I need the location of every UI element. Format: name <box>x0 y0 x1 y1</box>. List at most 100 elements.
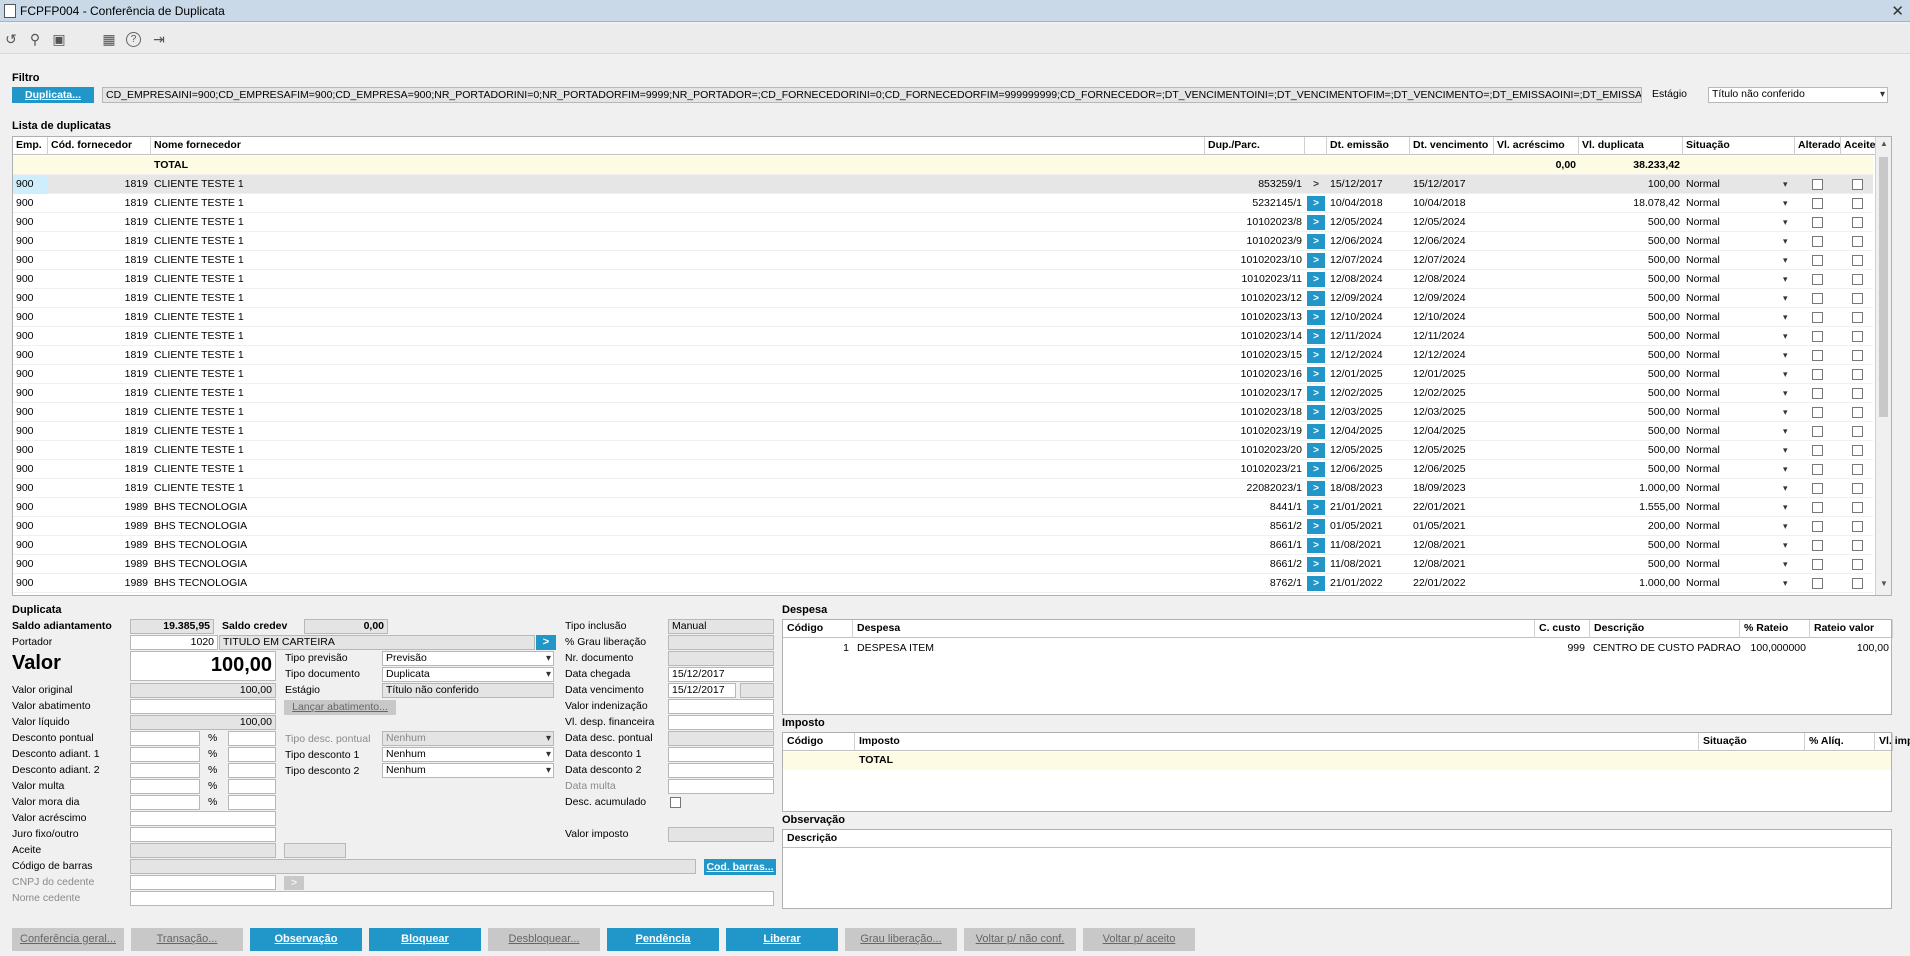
imposto-col-vl-imposto[interactable]: Vl. imposto <box>1875 733 1910 751</box>
help-icon[interactable]: ? <box>126 32 141 47</box>
desconto-pontual-field[interactable] <box>130 731 200 746</box>
situacao-dropdown-icon[interactable]: ▾ <box>1783 517 1788 536</box>
situacao-dropdown-icon[interactable]: ▾ <box>1783 403 1788 422</box>
situacao-dropdown-icon[interactable]: ▾ <box>1783 175 1788 194</box>
close-icon[interactable]: ✕ <box>1891 2 1904 20</box>
observacao-col-descricao[interactable]: Descrição <box>783 830 1893 848</box>
vl-desp-financeira-field[interactable] <box>668 715 774 730</box>
valor-field[interactable]: 100,00 <box>130 651 276 681</box>
alterado-checkbox[interactable] <box>1812 559 1823 570</box>
row-open-button[interactable]: > <box>1307 538 1325 553</box>
row-open-button[interactable]: > <box>1307 348 1325 363</box>
row-open-button[interactable]: > <box>1307 310 1325 325</box>
situacao-dropdown-icon[interactable]: ▾ <box>1783 365 1788 384</box>
scroll-down-icon[interactable]: ▼ <box>1876 579 1891 593</box>
despesa-col-rateio-valor[interactable]: Rateio valor <box>1810 620 1893 638</box>
table-row[interactable]: 900 1819 CLIENTE TESTE 1 853259/1 >15/12/201… <box>13 175 1873 194</box>
imposto-col-imposto[interactable]: Imposto <box>855 733 1699 751</box>
aceite-checkbox[interactable] <box>1852 255 1863 266</box>
save-icon[interactable]: ▣ <box>50 30 68 48</box>
alterado-checkbox[interactable] <box>1812 540 1823 551</box>
filter-expression-field[interactable]: CD_EMPRESAINI=900;CD_EMPRESAFIM=900;CD_E… <box>102 87 1642 103</box>
valor-multa-field[interactable] <box>130 779 200 794</box>
table-row[interactable]: 900 1819 CLIENTE TESTE 1 10102023/9 >12/06/2… <box>13 232 1873 251</box>
table-row[interactable]: 900 1819 CLIENTE TESTE 1 10102023/21 >12/06/… <box>13 460 1873 479</box>
col-dt-vencimento[interactable]: Dt. vencimento <box>1410 137 1494 155</box>
row-open-button[interactable]: > <box>1307 215 1325 230</box>
alterado-checkbox[interactable] <box>1812 274 1823 285</box>
valor-mora-dia-field[interactable] <box>130 795 200 810</box>
despesa-col-ccusto[interactable]: C. custo <box>1535 620 1590 638</box>
portador-lookup-button[interactable]: > <box>536 635 556 650</box>
alterado-checkbox[interactable] <box>1812 255 1823 266</box>
row-open-button[interactable]: > <box>1307 519 1325 534</box>
nome-cedente-field[interactable] <box>130 891 774 906</box>
aceite-checkbox[interactable] <box>1852 388 1863 399</box>
despesa-col-descricao[interactable]: Descrição <box>1590 620 1740 638</box>
table-row[interactable]: 900 1819 CLIENTE TESTE 1 22082023/1 >18/08/2… <box>13 479 1873 498</box>
footer-button-7[interactable]: Grau liberação... <box>845 928 957 951</box>
footer-button-6[interactable]: Liberar <box>726 928 838 951</box>
alterado-checkbox[interactable] <box>1812 578 1823 589</box>
footer-button-1[interactable]: Transação... <box>131 928 243 951</box>
table-row[interactable]: 900 1819 CLIENTE TESTE 1 5232145/1 >10/04/20… <box>13 194 1873 213</box>
search-icon[interactable]: ⚲ <box>26 30 44 48</box>
col-dup-parc[interactable]: Dup./Parc. <box>1205 137 1305 155</box>
aceite-checkbox[interactable] <box>1852 483 1863 494</box>
alterado-checkbox[interactable] <box>1812 483 1823 494</box>
row-open-button[interactable]: > <box>1307 234 1325 249</box>
row-open-button[interactable]: > <box>1307 177 1325 192</box>
calendar-icon[interactable]: ▦ <box>100 30 118 48</box>
situacao-dropdown-icon[interactable]: ▾ <box>1783 422 1788 441</box>
table-row[interactable]: 900 1819 CLIENTE TESTE 1 10102023/16 >12/01/… <box>13 365 1873 384</box>
table-row[interactable]: 900 1989 BHS TECNOLOGIA 8561/2 >01/05/2021 01… <box>13 517 1873 536</box>
undo-icon[interactable]: ↺ <box>2 30 20 48</box>
table-row[interactable]: 900 1989 BHS TECNOLOGIA 8661/1 >11/08/2021 12… <box>13 536 1873 555</box>
tipo-documento-select[interactable]: Duplicata <box>382 667 554 682</box>
scroll-up-icon[interactable]: ▲ <box>1876 139 1891 153</box>
aceite-checkbox[interactable] <box>1852 521 1863 532</box>
alterado-checkbox[interactable] <box>1812 426 1823 437</box>
row-open-button[interactable]: > <box>1307 367 1325 382</box>
footer-button-4[interactable]: Desbloquear... <box>488 928 600 951</box>
exit-icon[interactable]: ⇥ <box>150 30 168 48</box>
table-row[interactable]: 900 1819 CLIENTE TESTE 1 10102023/17 >12/02/… <box>13 384 1873 403</box>
aceite-checkbox[interactable] <box>1852 293 1863 304</box>
table-row[interactable]: 900 1819 CLIENTE TESTE 1 10102023/11 >12/08/… <box>13 270 1873 289</box>
col-situacao[interactable]: Situação <box>1683 137 1795 155</box>
col-alterado[interactable]: Alterado <box>1795 137 1841 155</box>
data-vencimento-field[interactable]: 15/12/2017 <box>668 683 736 698</box>
alterado-checkbox[interactable] <box>1812 407 1823 418</box>
desconto-adiant1-field[interactable] <box>130 747 200 762</box>
table-row[interactable]: 900 1989 BHS TECNOLOGIA 8661/2 >11/08/2021 12… <box>13 555 1873 574</box>
imposto-col-codigo[interactable]: Código <box>783 733 855 751</box>
footer-button-2[interactable]: Observação <box>250 928 362 951</box>
situacao-dropdown-icon[interactable]: ▾ <box>1783 194 1788 213</box>
aceite-checkbox[interactable] <box>1852 198 1863 209</box>
row-open-button[interactable]: > <box>1307 196 1325 211</box>
aceite-checkbox[interactable] <box>1852 312 1863 323</box>
tipo-desconto2-select[interactable]: Nenhum <box>382 763 554 778</box>
aceite-checkbox[interactable] <box>1852 179 1863 190</box>
alterado-checkbox[interactable] <box>1812 445 1823 456</box>
data-desconto2-field[interactable] <box>668 763 774 778</box>
situacao-dropdown-icon[interactable]: ▾ <box>1783 574 1788 593</box>
data-multa-field[interactable] <box>668 779 774 794</box>
table-row[interactable]: 900 1819 CLIENTE TESTE 1 10102023/10 >12/07/… <box>13 251 1873 270</box>
aceite-checkbox[interactable] <box>1852 217 1863 228</box>
aceite-checkbox[interactable] <box>1852 274 1863 285</box>
row-open-button[interactable]: > <box>1307 576 1325 591</box>
juro-field[interactable] <box>130 827 276 842</box>
alterado-checkbox[interactable] <box>1812 521 1823 532</box>
table-row[interactable]: 900 1819 CLIENTE TESTE 1 10102023/12 >12/09/… <box>13 289 1873 308</box>
row-open-button[interactable]: > <box>1307 405 1325 420</box>
portador-code-field[interactable]: 1020 <box>130 635 218 650</box>
row-open-button[interactable]: > <box>1307 557 1325 572</box>
situacao-dropdown-icon[interactable]: ▾ <box>1783 327 1788 346</box>
situacao-dropdown-icon[interactable]: ▾ <box>1783 270 1788 289</box>
col-nome-fornecedor[interactable]: Nome fornecedor <box>151 137 1205 155</box>
table-row[interactable]: 900 1819 CLIENTE TESTE 1 10102023/15 >12/12/… <box>13 346 1873 365</box>
row-open-button[interactable]: > <box>1307 253 1325 268</box>
alterado-checkbox[interactable] <box>1812 331 1823 342</box>
cod-barras-button[interactable]: Cod. barras... <box>704 859 776 875</box>
